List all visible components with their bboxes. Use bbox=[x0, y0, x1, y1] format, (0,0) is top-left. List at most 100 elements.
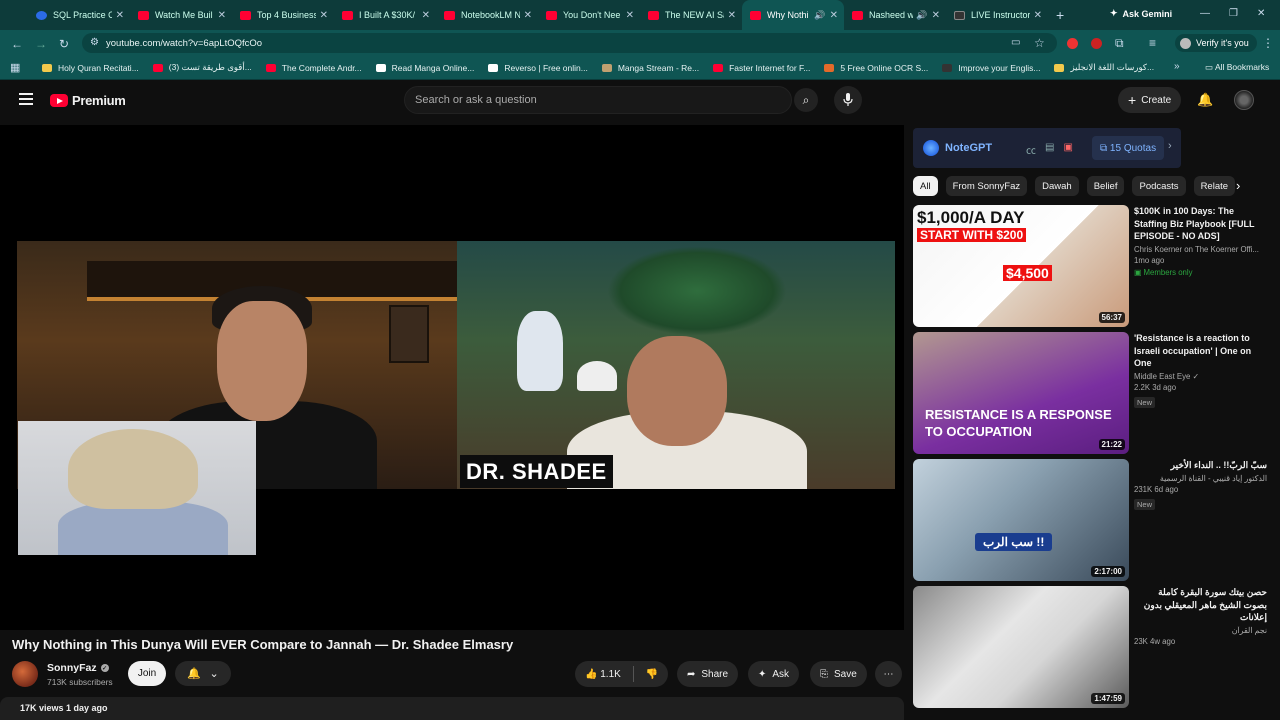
browser-tab[interactable]: I Built A $30K/ ✕ bbox=[334, 0, 436, 30]
recommendation-item[interactable]: $1,000/A DAY START WITH $200 $4,500 56:3… bbox=[913, 205, 1269, 327]
video-thumbnail[interactable]: $1,000/A DAY START WITH $200 $4,500 56:3… bbox=[913, 205, 1129, 327]
all-bookmarks-button[interactable]: ▭ All Bookmarks bbox=[1205, 62, 1269, 73]
ask-gemini-button[interactable]: ✦ Ask Gemini bbox=[1110, 8, 1172, 19]
close-tab-icon[interactable]: ✕ bbox=[830, 10, 838, 21]
apps-grid-icon[interactable]: ▦ bbox=[10, 61, 20, 74]
filter-chip[interactable]: Podcasts bbox=[1132, 176, 1186, 196]
forward-icon[interactable]: → bbox=[35, 37, 47, 51]
filter-chip[interactable]: Belief bbox=[1086, 176, 1125, 196]
bookmark-item[interactable]: Faster Internet for F... bbox=[713, 62, 810, 73]
create-button[interactable]: + Create bbox=[1118, 87, 1182, 113]
back-icon[interactable]: ← bbox=[11, 37, 23, 51]
close-tab-icon[interactable]: ✕ bbox=[524, 10, 532, 21]
browser-tab[interactable]: SQL Practice O ✕ bbox=[28, 0, 130, 30]
close-tab-icon[interactable]: ✕ bbox=[626, 10, 634, 21]
new-tab-icon[interactable]: + bbox=[1056, 7, 1064, 23]
close-tab-icon[interactable]: ✕ bbox=[728, 10, 736, 21]
browser-tab[interactable]: Nasheed w 🔊 ✕ bbox=[844, 0, 946, 30]
bookmark-item[interactable]: Reverso | Free onlin... bbox=[488, 62, 588, 73]
transcript-icon[interactable]: ▤ bbox=[1045, 142, 1054, 157]
video-thumbnail[interactable]: RESISTANCE IS A RESPONSE TO OCCUPATION 2… bbox=[913, 332, 1129, 454]
channel-avatar[interactable] bbox=[12, 661, 38, 687]
browser-tab[interactable]: Why Nothi 🔊 ✕ bbox=[742, 0, 844, 30]
bookmark-item[interactable]: Read Manga Online... bbox=[375, 62, 474, 73]
captions-icon[interactable]: ㏄ bbox=[1026, 142, 1036, 157]
share-button[interactable]: ➦ Share bbox=[677, 661, 739, 687]
gift-icon[interactable]: ▣ bbox=[1063, 142, 1072, 157]
close-window-icon[interactable]: ✕ bbox=[1257, 8, 1265, 19]
close-tab-icon[interactable]: ✕ bbox=[320, 10, 328, 21]
minimize-icon[interactable]: — bbox=[1200, 8, 1210, 19]
site-info-icon[interactable]: ⚙ bbox=[90, 37, 99, 48]
ask-button[interactable]: ✦ Ask bbox=[748, 661, 800, 687]
voice-search-button[interactable] bbox=[834, 86, 862, 114]
tab-audio-icon[interactable]: 🔊 bbox=[916, 10, 927, 21]
bookmark-item[interactable]: The Complete Andr... bbox=[265, 62, 362, 73]
like-button[interactable]: 👍 1.1K bbox=[585, 669, 621, 680]
rec-channel[interactable]: الدكتور إياد قنيبي - القناة الرسمية bbox=[1134, 474, 1267, 483]
restore-icon[interactable]: ❐ bbox=[1229, 8, 1238, 19]
browser-tab[interactable]: The NEW AI Sa ✕ bbox=[640, 0, 742, 30]
browser-tab[interactable]: Top 4 Business ✕ bbox=[232, 0, 334, 30]
join-button[interactable]: Join bbox=[128, 661, 166, 686]
recommendation-item[interactable]: سب الرب !! 2:17:00 سبّ الربّ!! .. النداء… bbox=[913, 459, 1269, 581]
search-input[interactable]: Search or ask a question bbox=[404, 86, 792, 114]
rec-title[interactable]: 'Resistance is a reaction to Israeli occ… bbox=[1134, 332, 1267, 370]
chevron-right-icon[interactable]: › bbox=[1168, 140, 1172, 152]
verify-profile-button[interactable]: Verify it's you bbox=[1175, 34, 1257, 52]
filter-chip[interactable]: From SonnyFaz bbox=[945, 176, 1028, 196]
close-tab-icon[interactable]: ✕ bbox=[116, 10, 124, 21]
browser-tab[interactable]: LIVE Instructor ✕ bbox=[946, 0, 1048, 30]
close-tab-icon[interactable]: ✕ bbox=[218, 10, 226, 21]
rec-channel[interactable]: نجم القرآن bbox=[1134, 626, 1267, 635]
rec-title[interactable]: حصن بيتك سورة البقرة كاملة بصوت الشيخ ما… bbox=[1134, 586, 1267, 624]
rec-title[interactable]: سبّ الربّ!! .. النداء الأخير bbox=[1134, 459, 1267, 472]
url-field[interactable]: ⚙ youtube.com/watch?v=6apLtOQfcOo bbox=[82, 33, 1057, 53]
notegpt-name[interactable]: NoteGPT bbox=[945, 142, 992, 154]
views-and-date[interactable]: 17K views 1 day ago bbox=[0, 697, 904, 720]
more-actions-button[interactable]: ⋯ bbox=[875, 661, 902, 687]
tab-audio-icon[interactable]: 🔊 bbox=[814, 10, 825, 21]
recommendation-item[interactable]: 1:47:59 حصن بيتك سورة البقرة كاملة بصوت … bbox=[913, 586, 1269, 708]
extensions-puzzle-icon[interactable]: ⧉ bbox=[1115, 36, 1124, 51]
subscription-notification-button[interactable]: 🔔 ⌄ bbox=[175, 661, 231, 686]
media-controls-icon[interactable]: ≡ bbox=[1149, 36, 1156, 50]
browser-menu-icon[interactable]: ⋮ bbox=[1262, 36, 1274, 50]
hamburger-menu-icon[interactable] bbox=[19, 93, 33, 105]
filter-chip[interactable]: Relate bbox=[1193, 176, 1236, 196]
bookmark-star-icon[interactable]: ☆ bbox=[1034, 36, 1045, 50]
bookmark-item[interactable]: 5 Free Online OCR S... bbox=[824, 62, 928, 73]
close-tab-icon[interactable]: ✕ bbox=[1034, 10, 1042, 21]
quota-button[interactable]: ⧉ 15 Quotas bbox=[1092, 136, 1165, 160]
rec-title[interactable]: $100K in 100 Days: The Staffing Biz Play… bbox=[1134, 205, 1267, 243]
save-button[interactable]: ⎘ Save bbox=[810, 661, 867, 687]
cast-icon[interactable]: ▭ bbox=[1011, 37, 1020, 48]
chips-next-icon[interactable]: › bbox=[1236, 178, 1240, 193]
bookmarks-overflow-icon[interactable]: » bbox=[1174, 61, 1180, 72]
filter-chip[interactable]: All bbox=[913, 176, 938, 196]
bookmark-item[interactable]: (3) أقوى طريقة تست... bbox=[152, 62, 252, 73]
channel-name-link[interactable]: SonnyFaz ✓ bbox=[47, 662, 109, 674]
rec-channel[interactable]: Middle East Eye ✓ bbox=[1134, 372, 1267, 381]
reload-icon[interactable]: ↻ bbox=[59, 37, 69, 51]
video-thumbnail[interactable]: سب الرب !! 2:17:00 bbox=[913, 459, 1129, 581]
dislike-button[interactable]: 👎 bbox=[646, 669, 658, 680]
close-tab-icon[interactable]: ✕ bbox=[422, 10, 430, 21]
close-tab-icon[interactable]: ✕ bbox=[932, 10, 940, 21]
rec-channel[interactable]: Chris Koerner on The Koerner Offi... bbox=[1134, 245, 1267, 254]
extension-icon[interactable] bbox=[1091, 38, 1102, 49]
bookmark-item[interactable]: Holy Quran Recitati... bbox=[42, 62, 139, 73]
search-button[interactable]: ⌕ bbox=[794, 88, 818, 112]
extension-icon[interactable] bbox=[1067, 38, 1078, 49]
bookmark-item[interactable]: Improve your Englis... bbox=[942, 62, 1040, 73]
filter-chip[interactable]: Dawah bbox=[1035, 176, 1079, 196]
notifications-bell-icon[interactable]: 🔔 bbox=[1197, 92, 1213, 108]
browser-tab[interactable]: NotebookLM N ✕ bbox=[436, 0, 538, 30]
bookmark-item[interactable]: Manga Stream - Re... bbox=[601, 62, 699, 73]
youtube-premium-logo[interactable]: Premium bbox=[50, 93, 126, 108]
video-thumbnail[interactable]: 1:47:59 bbox=[913, 586, 1129, 708]
account-avatar[interactable] bbox=[1234, 90, 1254, 110]
browser-tab[interactable]: Watch Me Buil ✕ bbox=[130, 0, 232, 30]
recommendation-item[interactable]: RESISTANCE IS A RESPONSE TO OCCUPATION 2… bbox=[913, 332, 1269, 454]
bookmark-item[interactable]: كورسات اللغة الانجليز... bbox=[1054, 62, 1154, 73]
